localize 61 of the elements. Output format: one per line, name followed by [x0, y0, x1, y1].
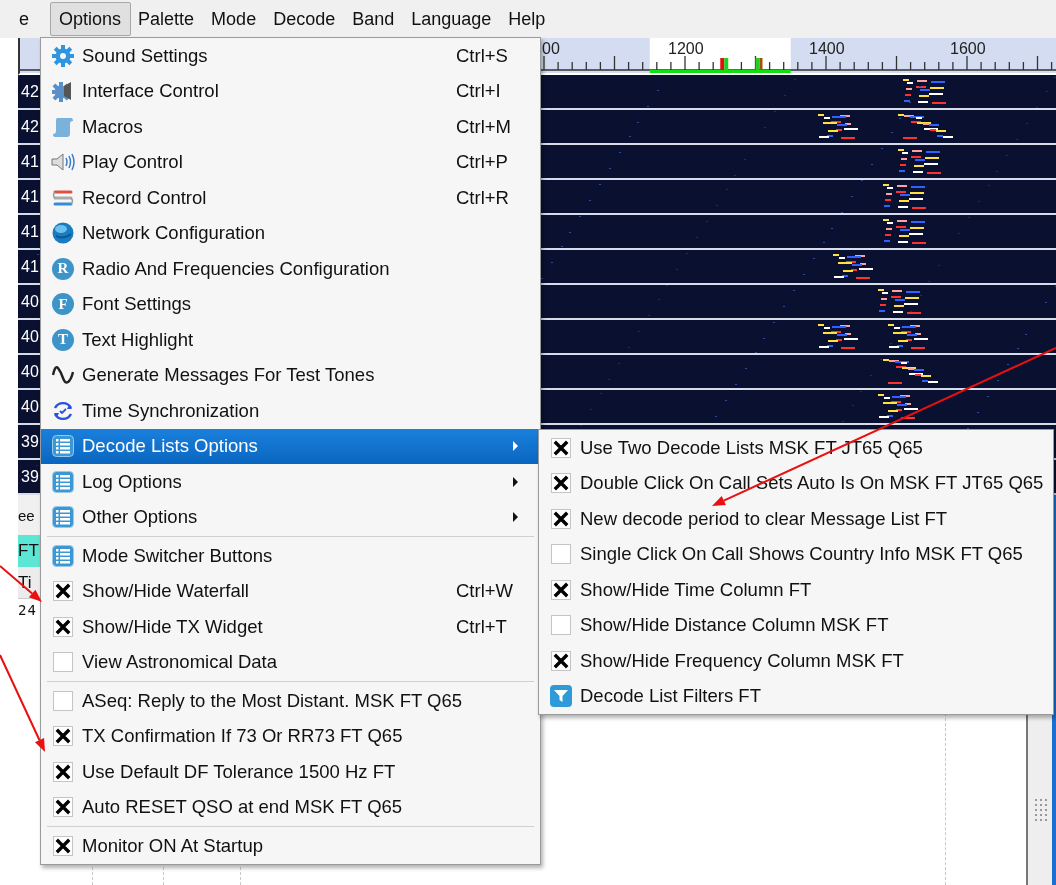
menu-item[interactable]: Help — [504, 2, 556, 36]
menu-item[interactable]: T Text Highlight — [41, 322, 540, 358]
menu-item[interactable]: Show/Hide Distance Column MSK FT — [539, 607, 1053, 643]
menu-item[interactable]: Decode List Filters FT — [539, 678, 1053, 714]
menu-item[interactable]: Use Two Decode Lists MSK FT JT65 Q65 — [539, 430, 1053, 466]
menu-item[interactable]: Show/Hide TX Widget Ctrl+T — [41, 609, 540, 645]
time-label: 39 — [20, 467, 40, 486]
scale-label: 1400 — [809, 40, 845, 57]
menu-item[interactable]: Auto RESET QSO at end MSK FT Q65 — [41, 789, 540, 825]
menu-item[interactable]: Record Control Ctrl+R — [41, 180, 540, 216]
time-label: 42 — [20, 117, 40, 136]
menu-item[interactable]: Use Default DF Tolerance 1500 Hz FT — [41, 754, 540, 790]
menu-item[interactable]: Language — [407, 2, 502, 36]
speed-label: ee — [18, 506, 35, 524]
menu-item[interactable]: Other Options — [41, 499, 540, 535]
menu-item[interactable]: Show/Hide Time Column FT — [539, 572, 1053, 608]
menu-item[interactable]: Options — [50, 2, 132, 36]
menu-item[interactable]: Decode Lists Options — [41, 428, 540, 464]
time-label: 40 — [20, 397, 40, 416]
time-label: 39 — [20, 432, 40, 451]
menu-item[interactable]: Mode Switcher Buttons — [41, 538, 540, 574]
menu-item[interactable]: Play Control Ctrl+P — [41, 144, 540, 180]
time-label: 41 — [20, 257, 40, 276]
menu-item[interactable]: TX Confirmation If 73 Or RR73 FT Q65 — [41, 718, 540, 754]
letter-icon: T — [52, 328, 74, 351]
table-cell: 24 — [18, 602, 37, 618]
menu-item[interactable]: Show/Hide Frequency Column MSK FT — [539, 643, 1053, 679]
scale-label: 1200 — [668, 40, 704, 57]
menu-item[interactable]: Interface Control Ctrl+I — [41, 73, 540, 109]
time-label: 41 — [20, 152, 40, 171]
menu-item[interactable]: Palette — [134, 2, 205, 36]
menu-item[interactable]: F Font Settings — [41, 286, 540, 322]
menu-item[interactable]: Sound Settings Ctrl+S — [41, 38, 540, 74]
letter-icon: F — [52, 293, 74, 316]
menu-item[interactable]: Single Click On Call Shows Country Info MSK FT Q65 — [539, 536, 1053, 572]
menu-item[interactable]: Macros Ctrl+M — [41, 109, 540, 145]
time-label: 42 — [20, 82, 40, 101]
scale-label: 1600 — [950, 40, 986, 57]
menu-item[interactable]: Network Configuration — [41, 215, 540, 251]
time-label: 40 — [20, 292, 40, 311]
menu-item[interactable]: View Astronomical Data — [41, 644, 540, 680]
menu-item[interactable]: Mode — [207, 2, 267, 36]
menu-item[interactable]: New decode period to clear Message List FT — [539, 501, 1053, 537]
menu-item[interactable]: Monitor ON At Startup — [41, 828, 540, 864]
menu-item[interactable]: ASeq: Reply to the Most Distant. MSK FT Q65 — [41, 683, 540, 719]
time-label: 40 — [20, 362, 40, 381]
menu-item[interactable]: R Radio And Frequencies Configuration — [41, 251, 540, 287]
menu-item[interactable]: Show/Hide Waterfall Ctrl+W — [41, 573, 540, 609]
menu-item[interactable]: Double Click On Call Sets Auto Is On MSK FT JT65 Q65 — [539, 465, 1053, 501]
scale-label: 00 — [542, 40, 560, 57]
menu-item[interactable]: Time Synchronization — [41, 393, 540, 429]
menu-item[interactable]: Generate Messages For Test Tones — [41, 357, 540, 393]
time-label: 41 — [20, 187, 40, 206]
time-label: 41 — [20, 222, 40, 241]
time-label: 40 — [20, 327, 40, 346]
letter-icon: R — [52, 257, 74, 280]
menu-item[interactable]: Band — [348, 2, 405, 36]
menu-item[interactable]: Decode — [269, 2, 346, 36]
menu-item[interactable]: Log Options — [41, 464, 540, 500]
menu-item[interactable]: e — [15, 2, 39, 36]
column-header[interactable]: Ti — [18, 572, 32, 593]
